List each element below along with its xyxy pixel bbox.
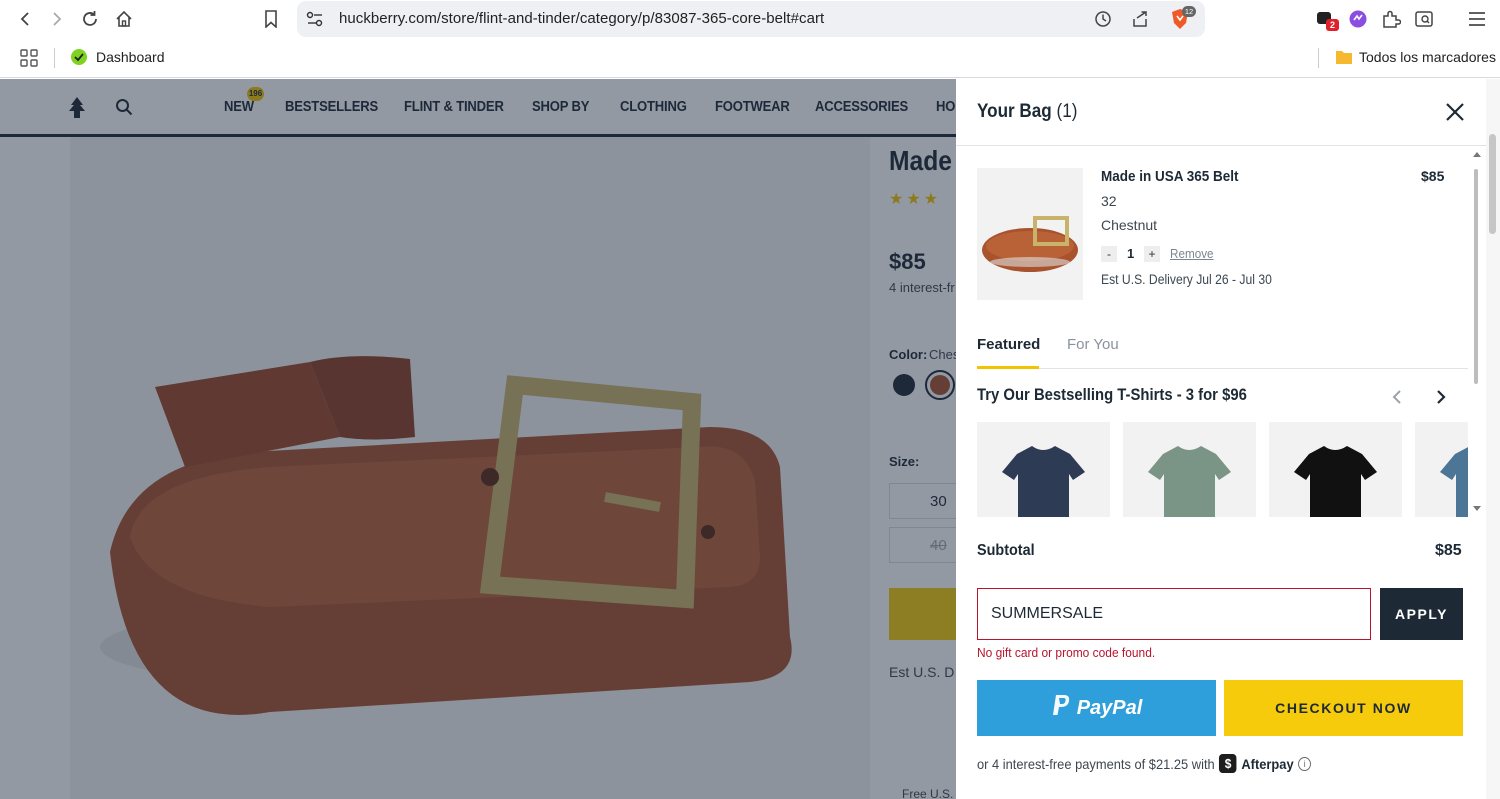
modal-backdrop[interactable] bbox=[0, 79, 956, 799]
page-scrollbar[interactable] bbox=[1486, 79, 1500, 799]
dashboard-favicon-icon bbox=[70, 48, 88, 71]
address-bar[interactable]: huckberry.com/store/flint-and-tinder/cat… bbox=[297, 1, 1205, 37]
cart-scroll-area[interactable]: Made in USA 365 Belt $85 32 Chestnut - 1… bbox=[956, 146, 1468, 517]
afterpay-text: or 4 interest-free payments of $21.25 wi… bbox=[977, 755, 1215, 772]
close-cart-icon[interactable] bbox=[1444, 101, 1466, 123]
promo-error-message: No gift card or promo code found. bbox=[977, 645, 1156, 660]
folder-icon bbox=[1335, 49, 1353, 70]
cart-title: Your Bag (1) bbox=[977, 101, 1078, 122]
info-icon[interactable]: i bbox=[1298, 756, 1312, 771]
carousel-prev-icon[interactable] bbox=[1389, 388, 1407, 406]
tshirt-tile-black[interactable] bbox=[1269, 422, 1402, 517]
afterpay-brand: Afterpay bbox=[1241, 755, 1294, 772]
carousel-next-icon[interactable] bbox=[1432, 388, 1450, 406]
forward-icon[interactable] bbox=[46, 8, 68, 30]
paypal-logo-icon bbox=[1051, 694, 1071, 722]
webpage: NEW 196 BESTSELLERS FLINT & TINDER SHOP … bbox=[0, 79, 1500, 799]
extension-icon-messages[interactable]: 2 bbox=[1314, 8, 1339, 31]
menu-icon[interactable] bbox=[1466, 8, 1488, 30]
paypal-label: PayPal bbox=[1076, 696, 1143, 719]
all-bookmarks-link[interactable]: Todos los marcadores bbox=[1359, 49, 1496, 65]
wallet-icon[interactable] bbox=[1413, 8, 1435, 30]
tab-featured-underline bbox=[977, 366, 1039, 369]
bookmarks-divider bbox=[54, 48, 55, 68]
extensions-puzzle-icon[interactable] bbox=[1380, 8, 1402, 30]
site-settings-icon[interactable] bbox=[306, 11, 324, 32]
remove-item-link[interactable]: Remove bbox=[1170, 246, 1214, 261]
tab-featured[interactable]: Featured bbox=[977, 336, 1040, 353]
recommendation-tabs: Featured For You bbox=[977, 326, 1468, 369]
url-text[interactable]: huckberry.com/store/flint-and-tinder/cat… bbox=[339, 10, 824, 27]
apply-promo-button[interactable]: APPLY bbox=[1380, 588, 1463, 640]
subtotal-label: Subtotal bbox=[977, 542, 1035, 559]
qty-increase-button[interactable]: + bbox=[1144, 246, 1160, 262]
tshirt-tile-navy[interactable] bbox=[977, 422, 1110, 517]
tab-for-you[interactable]: For You bbox=[1067, 336, 1119, 353]
recommendation-title: Try Our Bestselling T-Shirts - 3 for $96 bbox=[977, 386, 1247, 404]
home-icon[interactable] bbox=[113, 8, 135, 30]
bookmarks-bar: Dashboard Todos los marcadores bbox=[0, 38, 1500, 78]
bookmark-icon[interactable] bbox=[260, 8, 282, 30]
cart-count: (1) bbox=[1056, 101, 1078, 122]
afterpay-logo-icon: $ bbox=[1219, 754, 1237, 773]
afterpay-line: or 4 interest-free payments of $21.25 wi… bbox=[977, 754, 1312, 773]
cart-item-name[interactable]: Made in USA 365 Belt bbox=[1101, 168, 1239, 185]
back-icon[interactable] bbox=[14, 8, 36, 30]
cart-item-color: Chestnut bbox=[1101, 217, 1158, 233]
apps-grid-icon[interactable] bbox=[20, 49, 38, 72]
cart-item-image[interactable] bbox=[977, 168, 1083, 300]
extension-icon-purple[interactable] bbox=[1347, 8, 1369, 30]
cart-item-delivery: Est U.S. Delivery Jul 26 - Jul 30 bbox=[1101, 272, 1272, 287]
checkout-now-button[interactable]: CHECKOUT NOW bbox=[1224, 680, 1463, 736]
subtotal-value: $85 bbox=[1435, 542, 1462, 559]
cart-header: Your Bag (1) bbox=[956, 79, 1500, 146]
tshirt-tile-sage[interactable] bbox=[1123, 422, 1256, 517]
reload-icon[interactable] bbox=[79, 8, 101, 30]
history-icon[interactable] bbox=[1094, 10, 1112, 33]
cart-item-price: $85 bbox=[1421, 168, 1445, 184]
bookmark-dashboard[interactable]: Dashboard bbox=[96, 49, 165, 65]
cart-footer: Subtotal $85 APPLY No gift card or promo… bbox=[956, 517, 1500, 799]
qty-decrease-button[interactable]: - bbox=[1101, 246, 1117, 262]
bookmarks-divider-right bbox=[1318, 48, 1319, 68]
cart-scrollbar[interactable] bbox=[1468, 146, 1486, 517]
paypal-button[interactable]: PayPal bbox=[977, 680, 1216, 736]
cart-drawer: Your Bag (1) Made in USA 365 Belt $85 32… bbox=[956, 79, 1500, 799]
promo-code-input[interactable] bbox=[977, 588, 1371, 640]
qty-value: 1 bbox=[1127, 246, 1135, 261]
messages-badge: 2 bbox=[1326, 19, 1339, 31]
share-icon[interactable] bbox=[1131, 10, 1149, 33]
browser-toolbar: huckberry.com/store/flint-and-tinder/cat… bbox=[0, 0, 1500, 38]
shield-count-badge: 12 bbox=[1182, 6, 1196, 17]
brave-shield-icon[interactable]: 12 bbox=[1170, 6, 1196, 30]
cart-item-size: 32 bbox=[1101, 193, 1117, 209]
tshirt-tile-blue[interactable] bbox=[1415, 422, 1468, 517]
